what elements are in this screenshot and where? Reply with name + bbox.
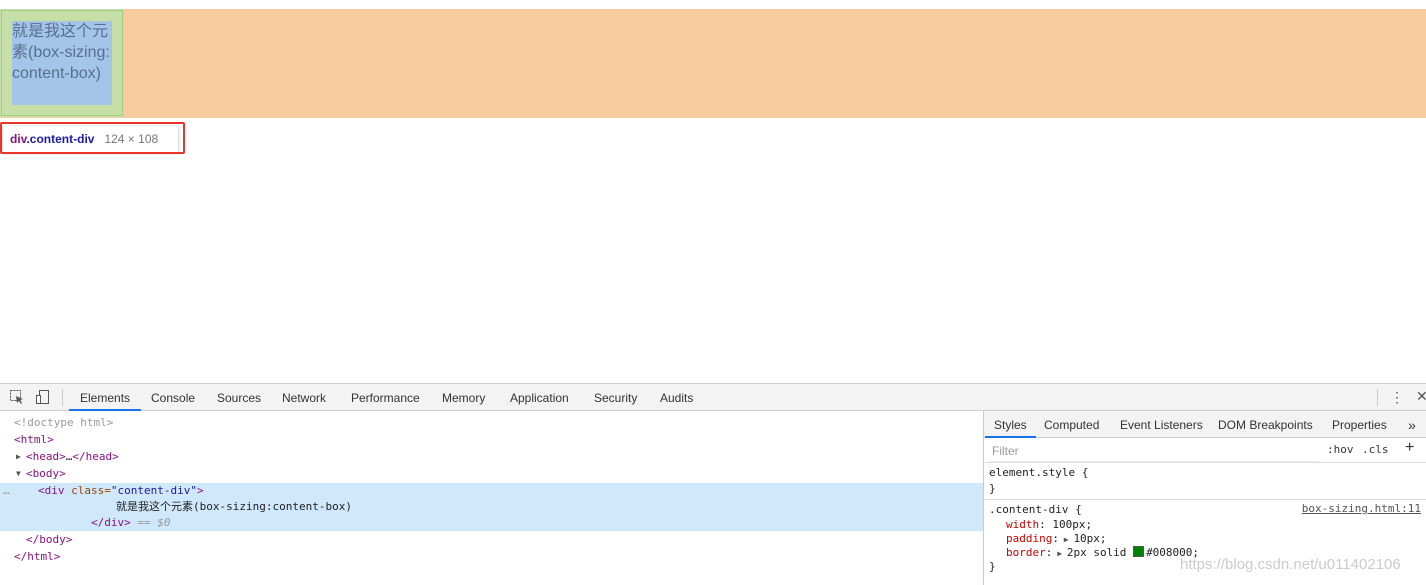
padding-declaration[interactable]: padding: ▶ 10px; [1006, 531, 1107, 546]
element-style-close: } [989, 482, 996, 495]
more-options-icon[interactable]: ⋮ [1390, 389, 1404, 406]
dom-body-open[interactable]: ▼ <body> [16, 466, 999, 482]
dom-html-open[interactable]: <html> [14, 432, 997, 448]
tab-security[interactable]: Security [583, 384, 648, 411]
tab-sources[interactable]: Sources [206, 384, 272, 411]
filter-bar: :hov .cls + [984, 438, 1426, 463]
content-div-selector[interactable]: .content-div { [989, 502, 1082, 517]
dom-body-close[interactable]: </body> [26, 532, 1009, 548]
tab-properties[interactable]: Properties [1323, 411, 1396, 438]
content-div-close: } [989, 560, 996, 573]
collapse-triangle-icon[interactable]: ▼ [16, 466, 21, 482]
expand-triangle-icon: ▶ [1052, 549, 1067, 558]
expand-triangle-icon[interactable]: ▶ [16, 449, 21, 465]
inspect-element-icon[interactable] [9, 389, 25, 405]
tab-console[interactable]: Console [140, 384, 206, 411]
dom-doctype[interactable]: <!doctype html> [14, 415, 997, 431]
filter-input[interactable] [988, 441, 1319, 462]
new-rule-icon[interactable]: + [1405, 439, 1414, 457]
gutter-dots-icon[interactable]: … [3, 483, 10, 499]
toolbar-divider [62, 389, 63, 406]
element-style-selector[interactable]: element.style { [989, 465, 1088, 480]
tab-network[interactable]: Network [271, 384, 337, 411]
device-toolbar-icon[interactable] [35, 389, 51, 405]
tab-performance[interactable]: Performance [340, 384, 431, 411]
tab-memory[interactable]: Memory [431, 384, 496, 411]
tab-audits[interactable]: Audits [649, 384, 704, 411]
devtools-tabbar: Elements Console Sources Network Perform… [0, 384, 1426, 411]
cls-toggle[interactable]: .cls [1362, 443, 1389, 456]
close-icon[interactable]: ✕ [1416, 388, 1426, 405]
dom-head-node[interactable]: ▶ <head>…</head> [16, 449, 999, 465]
tab-application[interactable]: Application [499, 384, 580, 411]
element-text: 就是我这个元素(box-sizing:content-box) [12, 21, 112, 105]
content-div-element[interactable]: 就是我这个元素(box-sizing:content-box) [0, 9, 124, 117]
dom-selected-div[interactable]: … <div class="content-div"> 就是我这个元素(box-… [0, 483, 983, 531]
color-swatch-icon[interactable] [1133, 546, 1145, 557]
expand-triangle-icon: ▶ [1058, 535, 1074, 544]
width-declaration[interactable]: width: 100px; [1006, 517, 1092, 532]
tab-elements[interactable]: Elements [69, 384, 142, 411]
tab-dom-breakpoints[interactable]: DOM Breakpoints [1209, 411, 1322, 438]
margin-highlight [0, 9, 1426, 118]
red-annotation-box [0, 122, 185, 154]
source-link[interactable]: box-sizing.html:11 [1302, 502, 1421, 515]
tab-computed[interactable]: Computed [1035, 411, 1108, 438]
watermark: https://blog.csdn.net/u011402106 [1180, 556, 1401, 573]
more-tabs-icon[interactable]: » [1399, 411, 1425, 438]
tab-event-listeners[interactable]: Event Listeners [1111, 411, 1212, 438]
toolbar-divider-right [1377, 389, 1378, 406]
tab-styles[interactable]: Styles [985, 411, 1036, 438]
dom-tree: <!doctype html> <html> ▶ <head>…</head> ▼… [0, 411, 983, 585]
hov-toggle[interactable]: :hov [1327, 443, 1354, 456]
sidebar-tabbar: Styles Computed Event Listeners DOM Brea… [984, 411, 1426, 438]
dom-div-text: 就是我这个元素(box-sizing:content-box) [116, 500, 352, 513]
devtools-panel: Elements Console Sources Network Perform… [0, 383, 1426, 585]
border-declaration[interactable]: border: ▶ 2px solid #008000; [1006, 545, 1199, 560]
dom-html-close[interactable]: </html> [14, 549, 997, 565]
rule-divider [984, 499, 1426, 500]
